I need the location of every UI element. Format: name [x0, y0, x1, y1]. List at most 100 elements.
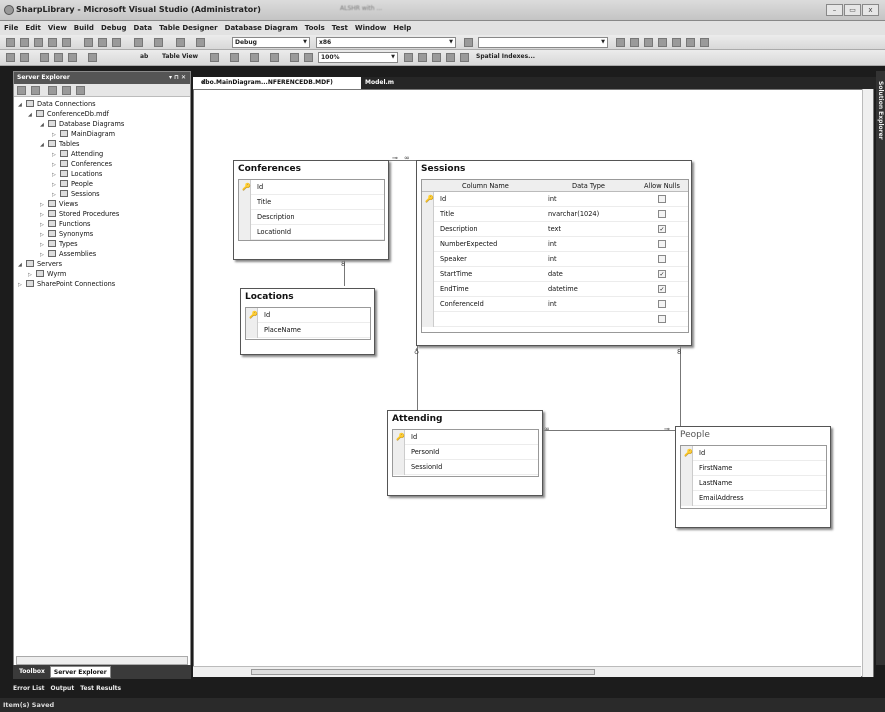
set-primary-key-icon[interactable] [418, 53, 427, 62]
recalculate-icon[interactable] [304, 53, 313, 62]
autosize-icon[interactable] [250, 53, 259, 62]
allow-nulls-checkbox[interactable] [658, 210, 666, 218]
toolbox-icon[interactable] [672, 38, 681, 47]
horizontal-scrollbar[interactable] [193, 666, 861, 677]
undo-icon[interactable] [134, 38, 143, 47]
row-selector[interactable] [393, 445, 405, 460]
column-row[interactable]: 🔑 Id [681, 446, 826, 461]
table-sessions[interactable]: Sessions Column Name Data Type Allow Nulls… [416, 160, 692, 346]
row-selector[interactable] [422, 222, 434, 237]
column-name[interactable]: NumberExpected [440, 237, 497, 252]
vertical-scrollbar[interactable] [862, 89, 873, 677]
menu-item-help[interactable]: Help [393, 21, 411, 35]
column-name[interactable]: Title [440, 207, 454, 222]
column-row[interactable]: EmailAddress [681, 491, 826, 506]
row-selector[interactable] [422, 237, 434, 252]
generate-change-script-icon[interactable] [404, 53, 413, 62]
navigate-icon[interactable] [176, 38, 185, 47]
column-row[interactable]: NumberExpected int [422, 237, 688, 252]
data-type[interactable]: nvarchar(1024) [548, 207, 599, 222]
scroll-thumb[interactable] [251, 669, 595, 675]
expand-arrow-icon[interactable]: ◢ [40, 140, 46, 150]
test-results-tab[interactable]: Test Results [80, 683, 121, 695]
allow-nulls-checkbox[interactable]: ✓ [658, 225, 666, 233]
refresh-icon[interactable] [17, 86, 26, 95]
new-project-icon[interactable] [6, 38, 15, 47]
paste-icon[interactable] [112, 38, 121, 47]
column-row[interactable]: 🔑 Id [246, 308, 370, 323]
expand-arrow-icon[interactable]: ◢ [40, 120, 46, 130]
menu-item-build[interactable]: Build [74, 21, 94, 35]
diagram-canvas[interactable]: ⊸ ∞ 8 ♁ 8 ∞ ⊸ Conferences 🔑 Id Title Descri… [193, 89, 874, 677]
column-row[interactable]: Title nvarchar(1024) [422, 207, 688, 222]
menu-item-data[interactable]: Data [134, 21, 153, 35]
platform-select[interactable]: x86 ▼ [316, 37, 456, 48]
menu-item-database-diagram[interactable]: Database Diagram [225, 21, 298, 35]
cut-icon[interactable] [84, 38, 93, 47]
column-row[interactable] [422, 312, 688, 327]
diagram-icon[interactable] [6, 53, 15, 62]
row-selector[interactable] [239, 195, 251, 210]
insert-column-icon[interactable] [432, 53, 441, 62]
row-selector[interactable] [422, 207, 434, 222]
extensions-icon[interactable] [700, 38, 709, 47]
data-type[interactable]: int [548, 297, 557, 312]
table-conferences[interactable]: Conferences 🔑 Id Title Description LocationI… [233, 160, 389, 260]
menu-item-file[interactable]: File [4, 21, 18, 35]
connect-server-icon[interactable] [62, 86, 71, 95]
expand-arrow-icon[interactable]: ◢ [18, 260, 24, 270]
expand-arrow-icon[interactable]: ◢ [18, 100, 24, 110]
toolbox-tab[interactable]: Toolbox [16, 666, 48, 678]
column-name[interactable]: Description [440, 222, 478, 237]
arrange-tables-icon[interactable] [230, 53, 239, 62]
output-tab[interactable]: Output [51, 683, 75, 695]
table-attending[interactable]: Attending 🔑 Id PersonId SessionId [387, 410, 543, 496]
column-row[interactable]: SessionId [393, 460, 538, 475]
open-icon[interactable] [34, 38, 43, 47]
column-row[interactable]: ConferenceId int [422, 297, 688, 312]
row-selector[interactable] [239, 225, 251, 240]
column-row[interactable]: 🔑 Id [393, 430, 538, 445]
column-row[interactable]: Description text ✓ [422, 222, 688, 237]
manage-indexes-icon[interactable] [68, 53, 77, 62]
tree-item-sharepoint-connections[interactable]: ▷ SharePoint Connections [18, 279, 115, 290]
row-selector[interactable] [393, 460, 405, 475]
row-selector[interactable] [681, 461, 693, 476]
stop-icon[interactable] [31, 86, 40, 95]
expand-arrow-icon[interactable]: ▷ [18, 280, 24, 290]
column-name[interactable]: Id [440, 192, 446, 207]
connect-database-icon[interactable] [48, 86, 57, 95]
solution-explorer-strip[interactable]: Solution Explorer [876, 71, 885, 665]
allow-nulls-checkbox[interactable] [658, 240, 666, 248]
minimize-button[interactable]: – [826, 4, 843, 16]
arrange-selection-icon[interactable] [210, 53, 219, 62]
find-in-files-icon[interactable] [616, 38, 625, 47]
menu-item-tools[interactable]: Tools [305, 21, 325, 35]
tab-model[interactable]: Model.m [361, 77, 398, 89]
error-list-tab[interactable]: Error List [13, 683, 45, 695]
check-constraints-icon[interactable] [460, 53, 469, 62]
close-button[interactable]: x [862, 4, 879, 16]
row-selector[interactable] [681, 476, 693, 491]
data-type[interactable]: date [548, 267, 563, 282]
relationships-icon[interactable] [54, 53, 63, 62]
table-locations[interactable]: Locations 🔑 Id PlaceName [240, 288, 375, 355]
allow-nulls-checkbox[interactable]: ✓ [658, 270, 666, 278]
tree-horizontal-scrollbar[interactable] [16, 656, 188, 665]
configuration-select[interactable]: Debug ▼ [232, 37, 310, 48]
column-name[interactable]: ConferenceId [440, 297, 484, 312]
column-row[interactable]: 🔑 Id int [422, 192, 688, 207]
data-type[interactable]: int [548, 252, 557, 267]
column-row[interactable]: FirstName [681, 461, 826, 476]
save-icon[interactable] [48, 38, 57, 47]
column-name[interactable]: EndTime [440, 282, 469, 297]
connect-sharepoint-icon[interactable] [76, 86, 85, 95]
menu-item-edit[interactable]: Edit [25, 21, 41, 35]
column-row[interactable]: StartTime date ✓ [422, 267, 688, 282]
maximize-button[interactable]: ▭ [844, 4, 861, 16]
row-selector[interactable] [239, 210, 251, 225]
allow-nulls-checkbox[interactable] [658, 300, 666, 308]
column-row[interactable]: Speaker int [422, 252, 688, 267]
table-people[interactable]: People 🔑 Id FirstName LastName EmailAddress [675, 426, 831, 528]
row-selector[interactable] [422, 252, 434, 267]
